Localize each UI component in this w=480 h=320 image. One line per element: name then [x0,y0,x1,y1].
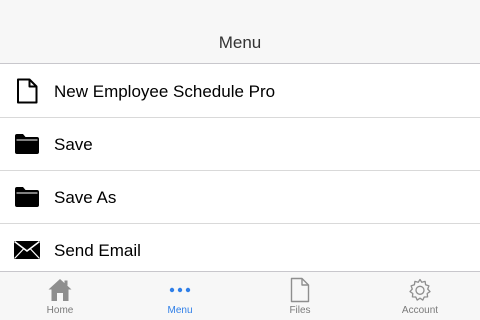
menu-item-label: Save [54,135,93,154]
app-screen: Menu New Employee Schedule Pro Save Save… [0,0,480,320]
folder-icon [13,130,41,158]
home-icon [46,276,74,304]
menu-item-label: New Employee Schedule Pro [54,82,276,101]
page-title: Menu [218,33,262,52]
envelope-icon [13,236,41,264]
more-dots-icon [166,276,194,304]
navigation-bar: Menu [0,0,480,64]
tab-bar: Home Menu Files Account [0,271,480,320]
menu-item-new-employee-schedule[interactable]: New Employee Schedule Pro [0,65,480,118]
tab-account[interactable]: Account [360,272,480,320]
tab-files[interactable]: Files [240,272,360,320]
tab-label: Home [46,305,74,316]
file-icon [286,276,314,304]
document-icon [13,77,41,105]
menu-item-save[interactable]: Save [0,118,480,171]
menu-item-send-email[interactable]: Send Email [0,224,480,277]
tab-home[interactable]: Home [0,272,120,320]
menu-item-label: Save As [54,188,117,207]
tab-menu[interactable]: Menu [120,272,240,320]
folder-icon [13,183,41,211]
tab-label: Account [401,305,439,316]
gear-icon [406,276,434,304]
tab-label: Files [289,305,311,316]
menu-item-save-as[interactable]: Save As [0,171,480,224]
tab-label: Menu [167,305,193,316]
menu-list: New Employee Schedule Pro Save Save As S… [0,65,480,277]
menu-item-label: Send Email [54,241,141,260]
